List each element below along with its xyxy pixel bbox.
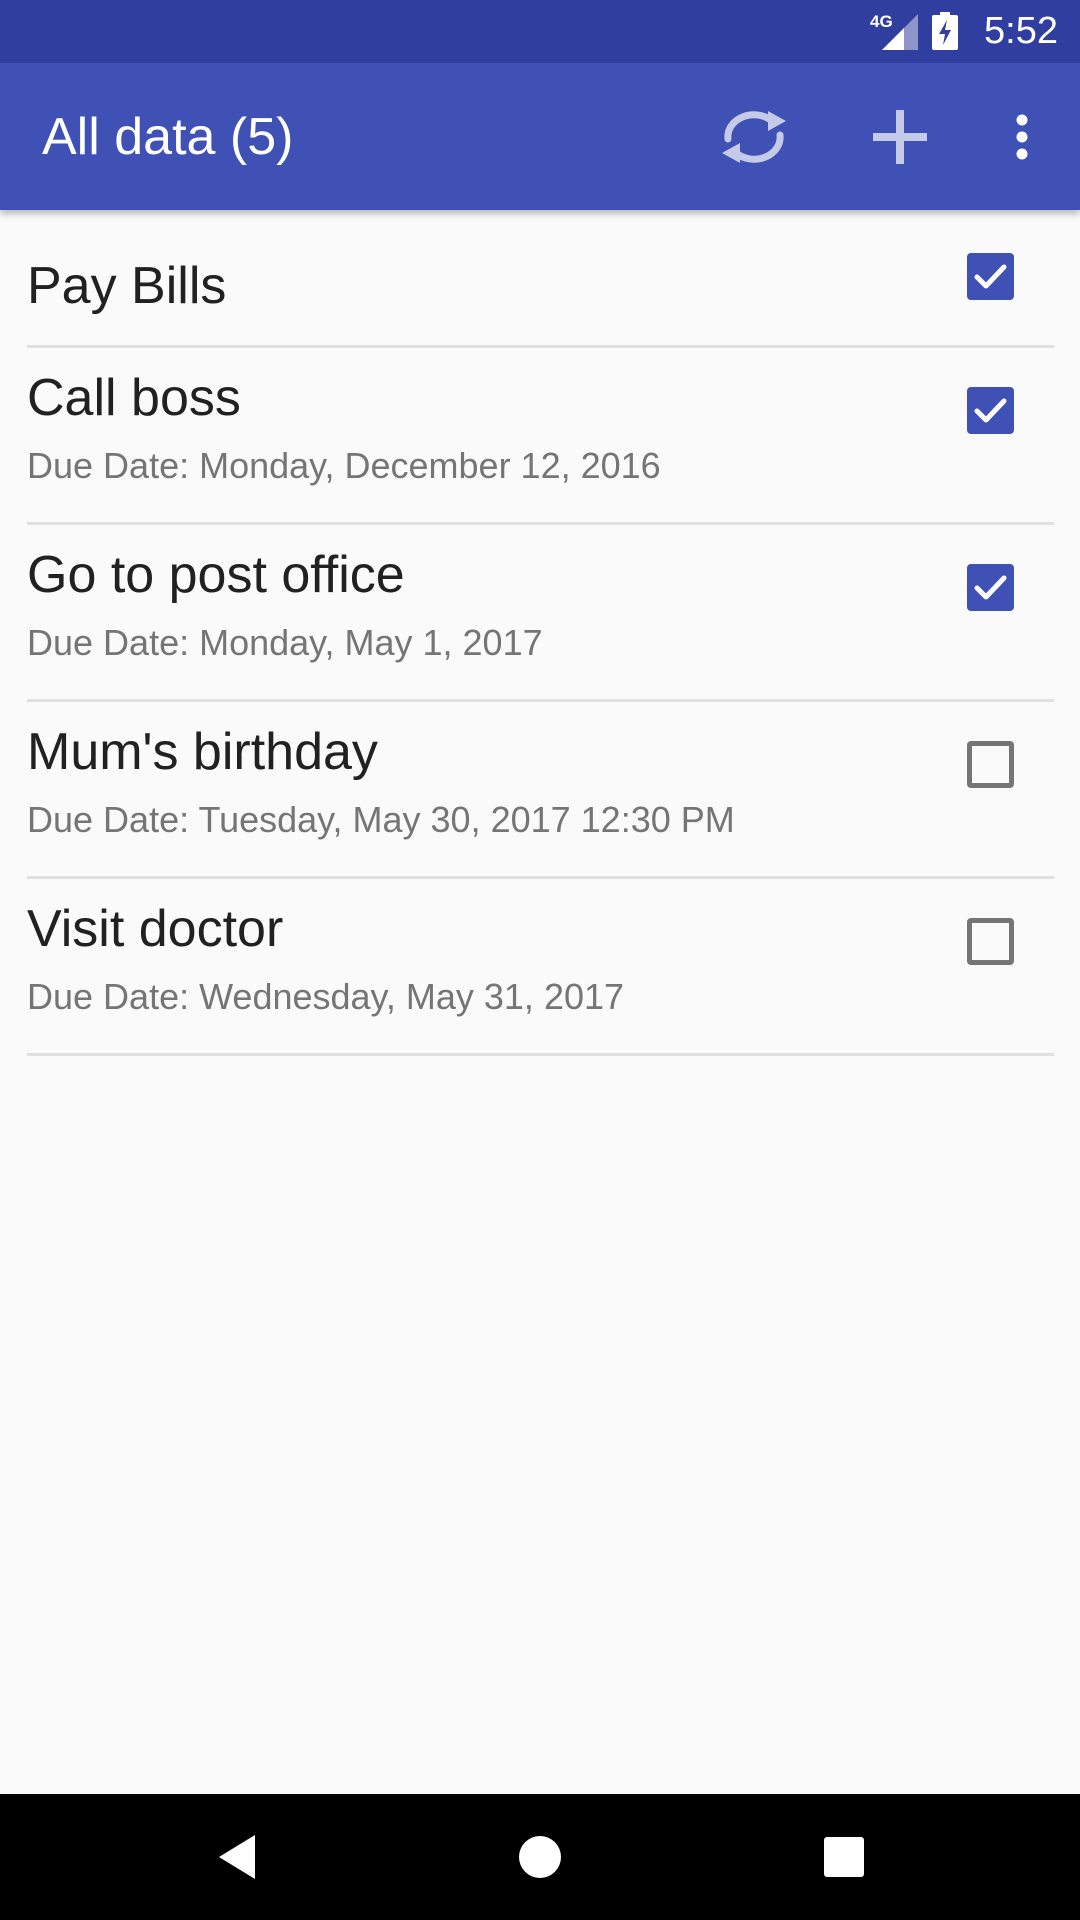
task-title: Visit doctor [27, 900, 284, 958]
task-checkbox-unchecked[interactable] [967, 918, 1014, 965]
app-bar: All data (5) [0, 63, 1080, 210]
task-checkbox-checked[interactable] [967, 564, 1014, 611]
add-button[interactable] [858, 95, 942, 179]
check-icon [974, 575, 1007, 600]
task-row-call-boss[interactable]: Call boss Due Date: Monday, December 12,… [27, 348, 1054, 525]
battery-charging-icon [932, 12, 958, 50]
nav-home-button[interactable] [500, 1817, 580, 1897]
home-icon [519, 1836, 561, 1878]
check-icon [974, 264, 1007, 289]
status-clock: 5:52 [984, 10, 1058, 52]
sync-button[interactable] [712, 95, 796, 179]
nav-recents-button[interactable] [804, 1817, 884, 1897]
more-vert-icon [1016, 114, 1028, 160]
sync-icon [722, 111, 786, 163]
task-row-mums-birthday[interactable]: Mum's birthday Due Date: Tuesday, May 30… [27, 702, 1054, 879]
add-icon [873, 110, 927, 164]
task-row-go-to-post-office[interactable]: Go to post office Due Date: Monday, May … [27, 525, 1054, 702]
recents-icon [824, 1837, 864, 1877]
status-bar: 4G 5:52 [0, 0, 1080, 63]
task-list: Pay Bills Call boss Due Date: Monday, De… [0, 210, 1080, 1056]
nav-back-button[interactable] [197, 1817, 277, 1897]
task-due-date: Due Date: Monday, December 12, 2016 [27, 445, 661, 486]
task-checkbox-checked[interactable] [967, 387, 1014, 434]
check-icon [974, 398, 1007, 423]
task-row-visit-doctor[interactable]: Visit doctor Due Date: Wednesday, May 31… [27, 879, 1054, 1056]
overflow-menu-button[interactable] [980, 95, 1064, 179]
task-row-pay-bills[interactable]: Pay Bills [27, 210, 1054, 348]
task-title: Pay Bills [27, 257, 227, 315]
task-due-date: Due Date: Wednesday, May 31, 2017 [27, 976, 625, 1017]
task-checkbox-checked[interactable] [967, 253, 1014, 300]
page-title: All data (5) [42, 108, 294, 166]
task-title: Call boss [27, 369, 241, 427]
task-checkbox-unchecked[interactable] [967, 741, 1014, 788]
system-nav-bar [0, 1794, 1080, 1920]
cell-signal-icon [882, 14, 918, 50]
task-title: Go to post office [27, 546, 405, 604]
task-title: Mum's birthday [27, 723, 378, 781]
task-due-date: Due Date: Monday, May 1, 2017 [27, 622, 543, 663]
task-due-date: Due Date: Tuesday, May 30, 2017 12:30 PM [27, 799, 735, 840]
signal-indicator: 4G [870, 12, 920, 52]
back-icon [219, 1835, 255, 1879]
